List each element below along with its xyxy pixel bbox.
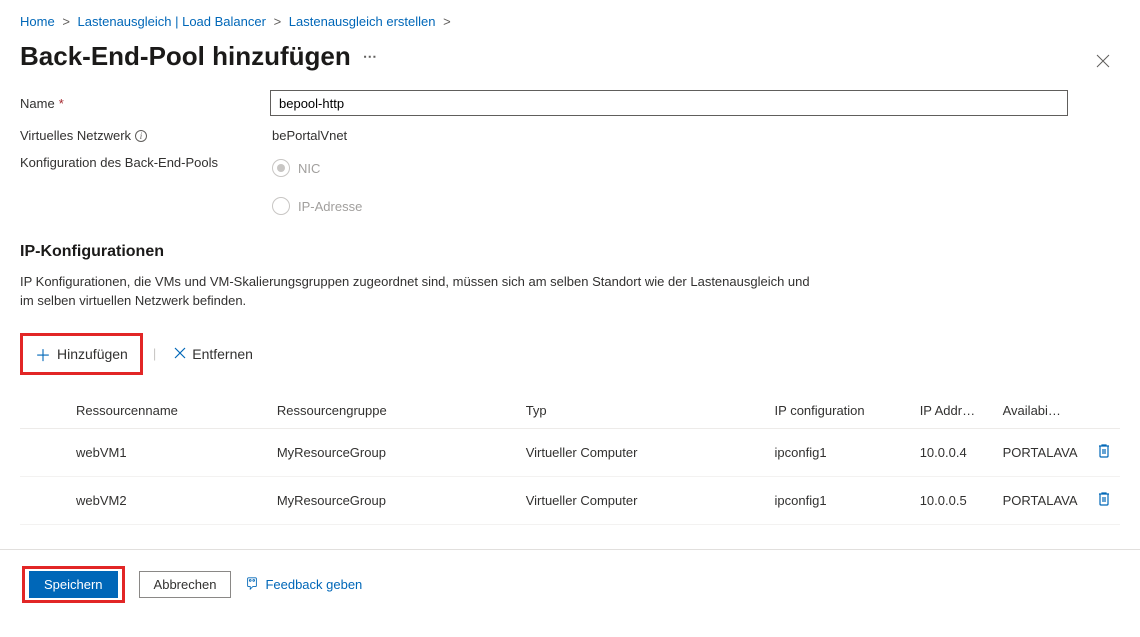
radio-ip-label: IP-Adresse bbox=[298, 199, 362, 214]
breadcrumb-home[interactable]: Home bbox=[20, 14, 55, 29]
radio-nic-label: NIC bbox=[298, 161, 320, 176]
breadcrumb-sep: > bbox=[270, 14, 286, 29]
radio-icon bbox=[272, 159, 290, 177]
ipconfig-description: IP Konfigurationen, die VMs und VM-Skali… bbox=[20, 273, 820, 311]
info-icon[interactable]: i bbox=[135, 130, 147, 142]
vnet-label: Virtuelles Netzwerk i bbox=[20, 128, 270, 143]
breadcrumb-sep: > bbox=[439, 14, 455, 29]
cell-ipaddr: 10.0.0.5 bbox=[912, 476, 995, 524]
ipconfig-table: Ressourcenname Ressourcengruppe Typ IP c… bbox=[20, 393, 1120, 525]
close-icon[interactable] bbox=[1092, 50, 1114, 77]
toolbar-separator: | bbox=[153, 346, 156, 361]
vnet-value: bePortalVnet bbox=[270, 128, 347, 143]
cell-avail: PORTALAVA bbox=[995, 476, 1089, 524]
breadcrumb-create[interactable]: Lastenausgleich erstellen bbox=[289, 14, 436, 29]
name-input[interactable] bbox=[270, 90, 1068, 116]
add-button-label: Hinzufügen bbox=[57, 346, 128, 362]
delete-icon[interactable] bbox=[1097, 493, 1111, 510]
page-title: Back-End-Pool hinzufügen ⋯ bbox=[20, 41, 379, 72]
cell-resource: webVM1 bbox=[20, 428, 269, 476]
footer: Speichern Abbrechen Feedback geben bbox=[0, 549, 1140, 623]
config-label: Konfiguration des Back-End-Pools bbox=[20, 155, 270, 170]
th-resource[interactable]: Ressourcenname bbox=[20, 393, 269, 429]
feedback-label: Feedback geben bbox=[265, 577, 362, 592]
remove-button-label: Entfernen bbox=[192, 346, 253, 362]
cell-rg: MyResourceGroup bbox=[269, 476, 518, 524]
remove-button[interactable]: Entfernen bbox=[166, 342, 261, 366]
cell-rg: MyResourceGroup bbox=[269, 428, 518, 476]
th-avail[interactable]: Availabi… bbox=[995, 393, 1089, 429]
cell-type: Virtueller Computer bbox=[518, 476, 767, 524]
feedback-link[interactable]: Feedback geben bbox=[245, 576, 362, 593]
add-button[interactable]: ＋ Hinzufügen bbox=[27, 338, 136, 370]
feedback-icon bbox=[245, 576, 259, 593]
cell-avail: PORTALAVA bbox=[995, 428, 1089, 476]
cell-type: Virtueller Computer bbox=[518, 428, 767, 476]
ipconfig-section-title: IP-Konfigurationen bbox=[20, 243, 1120, 261]
radio-nic[interactable]: NIC bbox=[272, 159, 362, 177]
breadcrumb: Home > Lastenausgleich | Load Balancer >… bbox=[20, 10, 1120, 37]
page-title-text: Back-End-Pool hinzufügen bbox=[20, 41, 351, 72]
cell-ipaddr: 10.0.0.4 bbox=[912, 428, 995, 476]
delete-icon[interactable] bbox=[1097, 445, 1111, 462]
th-rg[interactable]: Ressourcengruppe bbox=[269, 393, 518, 429]
th-ipconfig[interactable]: IP configuration bbox=[767, 393, 912, 429]
cancel-button[interactable]: Abbrechen bbox=[139, 571, 232, 598]
more-icon[interactable]: ⋯ bbox=[363, 48, 379, 65]
save-button[interactable]: Speichern bbox=[29, 571, 118, 598]
backend-config-radio-group: NIC IP-Adresse bbox=[270, 155, 362, 225]
breadcrumb-sep: > bbox=[58, 14, 74, 29]
breadcrumb-lb[interactable]: Lastenausgleich | Load Balancer bbox=[78, 14, 266, 29]
close-icon bbox=[174, 346, 186, 362]
table-row[interactable]: webVM1MyResourceGroupVirtueller Computer… bbox=[20, 428, 1120, 476]
radio-icon bbox=[272, 197, 290, 215]
radio-ip[interactable]: IP-Adresse bbox=[272, 197, 362, 215]
th-type[interactable]: Typ bbox=[518, 393, 767, 429]
cell-ipconfig: ipconfig1 bbox=[767, 428, 912, 476]
plus-icon: ＋ bbox=[35, 342, 51, 366]
cell-ipconfig: ipconfig1 bbox=[767, 476, 912, 524]
th-ipaddr[interactable]: IP Addr… bbox=[912, 393, 995, 429]
table-row[interactable]: webVM2MyResourceGroupVirtueller Computer… bbox=[20, 476, 1120, 524]
cell-resource: webVM2 bbox=[20, 476, 269, 524]
ipconfig-toolbar: ＋ Hinzufügen | Entfernen bbox=[20, 333, 1120, 375]
name-label: Name* bbox=[20, 96, 270, 111]
